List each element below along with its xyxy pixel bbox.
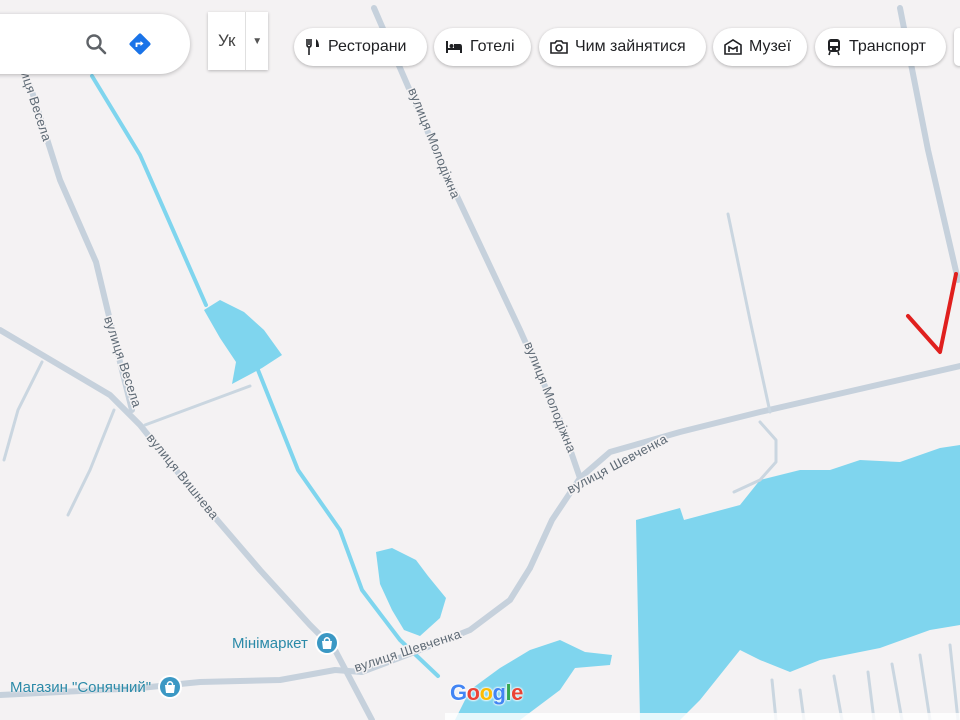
street-label-shevchenka-upper: вулиця Шевченка [564,431,670,497]
chip-museums[interactable]: Музеї [713,28,807,66]
search-box[interactable] [0,14,190,74]
road-lane-4 [66,408,116,517]
camera-icon [550,40,568,54]
poi-minimarket[interactable]: Мінімаркет [232,630,340,656]
caret-down-icon[interactable]: ▼ [246,36,268,47]
restaurant-icon [306,39,319,55]
chip-transit-label: Транспорт [849,38,926,55]
street-label-vyshneva: вулиця Вишнева [144,430,223,522]
map-canvas[interactable]: вулиця Весела вулиця Весела вулиця Вишне… [0,0,960,720]
road-lane-5 [2,360,44,462]
hotel-icon [446,41,462,53]
shopping-bag-icon[interactable] [157,674,183,700]
chip-hotels[interactable]: Готелі [434,28,531,66]
poi-minimarket-label[interactable]: Мінімаркет [232,635,308,652]
poi-sonyachnyi-shop-label[interactable]: Магазин "Сонячний" [10,679,151,696]
street-label-molodizhna-top: вулиця Молодіжна [405,86,463,202]
chip-transit[interactable]: Транспорт [815,28,946,66]
museum-icon [724,39,742,55]
road-lane-1 [726,212,772,414]
input-tools-selector[interactable]: Ук ▼ [208,12,268,70]
road-west-diagonal [0,327,375,720]
google-logo: Google [450,680,523,705]
chip-restaurants[interactable]: Ресторани [294,28,427,66]
directions-icon[interactable] [128,32,152,56]
chip-restaurants-label: Ресторани [328,38,407,55]
lake-east [636,445,960,720]
chip-hotels-label: Готелі [470,38,515,55]
chip-more-partial[interactable] [954,28,960,66]
transit-icon [828,39,840,56]
chip-things-to-do-label: Чим зайнятися [575,38,686,55]
street-label-shevchenka-lower: вулиця Шевченка [352,626,463,675]
road-lane-3 [143,384,252,427]
input-tools-label[interactable]: Ук [208,12,247,70]
chip-museums-label: Музеї [749,38,792,55]
pond-north [204,300,282,384]
chip-things-to-do[interactable]: Чим зайнятися [539,28,706,66]
shopping-bag-icon[interactable] [314,630,340,656]
map-attribution-bar [445,713,960,720]
red-checkmark-annotation [906,272,958,354]
poi-sonyachnyi-shop[interactable]: Магазин "Сонячний" [10,674,183,700]
street-label-molodizhna: вулиця Молодіжна [521,340,579,456]
search-icon[interactable] [84,32,108,56]
